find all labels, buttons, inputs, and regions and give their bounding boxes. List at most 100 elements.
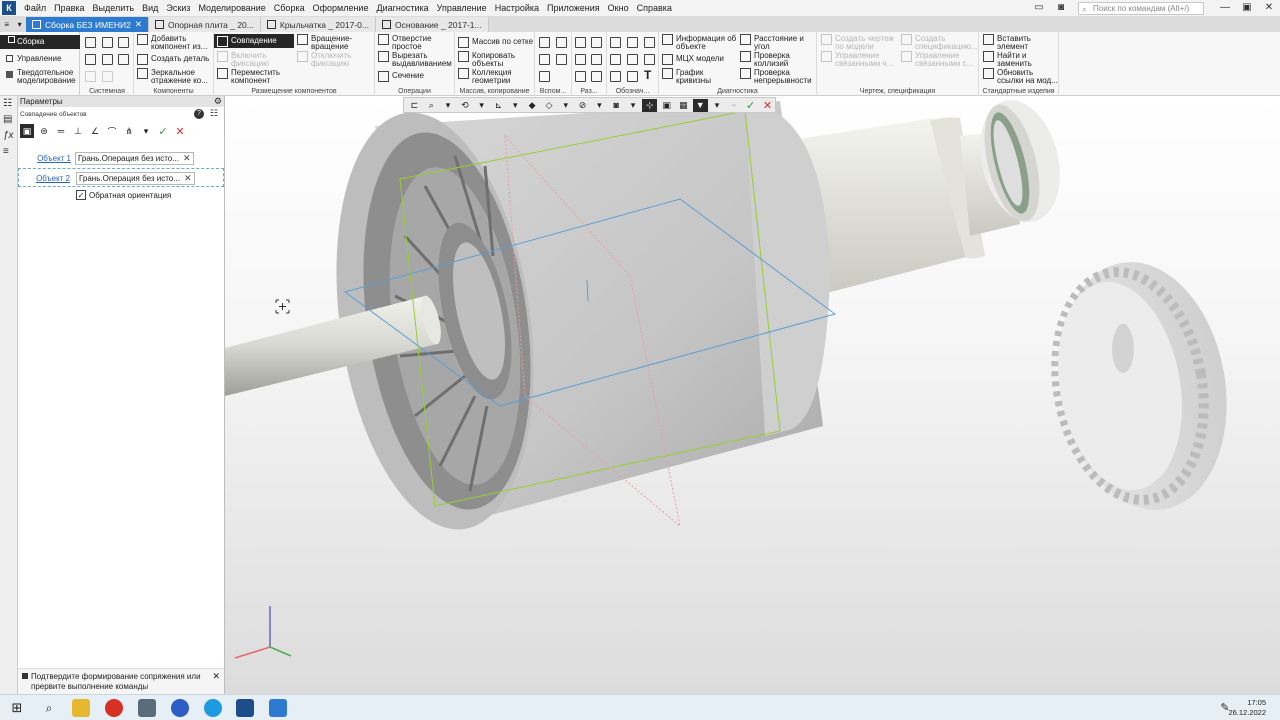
clear-object-1-icon[interactable]: ✕ (183, 153, 191, 164)
axes-icon[interactable]: ⊾ (491, 99, 506, 112)
aux-point-icon[interactable] (539, 54, 550, 65)
edge-icon[interactable] (204, 699, 222, 717)
layout-2-icon[interactable] (591, 37, 602, 48)
chevron-down-icon[interactable]: ▾ (139, 124, 153, 138)
mirror-component-button[interactable]: Зеркальное отражение ко... (137, 68, 213, 85)
camera-icon[interactable]: ◙ (1050, 0, 1072, 16)
clear-object-2-icon[interactable]: ✕ (184, 173, 192, 184)
cancel-icon[interactable]: ✕ (760, 99, 775, 112)
shaded-cube-icon[interactable]: ◆ (525, 99, 540, 112)
close-icon[interactable]: ✕ (212, 671, 220, 681)
menu-format[interactable]: Оформление (309, 0, 373, 16)
section-view-icon[interactable]: ◙ (609, 99, 624, 112)
add-component-button[interactable]: Добавить компонент из... (137, 34, 213, 51)
variables-icon[interactable]: ƒx (3, 130, 14, 141)
calculator-icon[interactable] (138, 699, 156, 717)
menu-settings[interactable]: Настройка (491, 0, 543, 16)
tree-view-icon[interactable]: ☷ (210, 108, 218, 119)
system-clock[interactable]: 17:05 26.12.2022 (1228, 698, 1266, 718)
aux-axis-icon[interactable] (539, 37, 550, 48)
dimension-2-icon[interactable] (591, 54, 602, 65)
distance-angle-button[interactable]: Расстояние и угол (740, 34, 816, 51)
continuity-check-button[interactable]: Проверка непрерывности (740, 68, 816, 85)
menu-edit[interactable]: Правка (50, 0, 88, 16)
help-icon[interactable]: ? (194, 109, 204, 119)
wire-cube-icon[interactable]: ◇ (542, 99, 557, 112)
manage-linked-specs-button[interactable]: Управление связанными с... (901, 51, 977, 68)
layers-icon[interactable]: ≡ (3, 146, 9, 157)
panel-toggle-icon[interactable]: ▭ (1028, 0, 1050, 16)
kompas-app-icon[interactable] (236, 699, 254, 717)
enable-fix-button[interactable]: Включить фиксацию (217, 51, 293, 68)
perpendicular-mode-icon[interactable]: ⊥ (71, 124, 85, 138)
angle-dim-icon[interactable] (575, 71, 586, 82)
dropdown-icon[interactable]: ▾ (558, 99, 573, 112)
dropdown-icon[interactable]: ▾ (474, 99, 489, 112)
parameters-icon[interactable]: ▤ (3, 114, 12, 125)
menu-view[interactable]: Вид (138, 0, 162, 16)
hide-icon[interactable]: ⊘ (575, 99, 590, 112)
search-icon[interactable]: ⌕ (40, 699, 58, 717)
menu-management[interactable]: Управление (433, 0, 491, 16)
roughness-icon[interactable] (627, 37, 638, 48)
more-modes-icon[interactable]: ⋔ (122, 124, 136, 138)
parallel-mode-icon[interactable]: ⊜ (37, 124, 51, 138)
gear-icon[interactable]: ⚙ (214, 96, 222, 107)
menu-window[interactable]: Окно (604, 0, 633, 16)
object-1-field[interactable]: Грань.Операция без исто... (75, 152, 194, 165)
zoom-icon[interactable]: ⌕ (424, 99, 439, 112)
file-explorer-icon[interactable] (72, 699, 90, 717)
menu-file[interactable]: Файл (20, 0, 50, 16)
menu-diagnostics[interactable]: Диагностика (372, 0, 432, 16)
dropdown-icon[interactable]: ▾ (508, 99, 523, 112)
create-part-button[interactable]: Создать деталь (137, 54, 209, 65)
aux-plane-icon[interactable] (556, 37, 567, 48)
menu-sketch[interactable]: Эскиз (162, 0, 194, 16)
grid-array-button[interactable]: Массив по сетке (458, 37, 533, 48)
object-1-link[interactable]: Объект 1 (37, 154, 71, 163)
filter-select-icon[interactable]: ▣ (659, 99, 674, 112)
create-drawing-button[interactable]: Создать чертеж по модели (821, 34, 897, 51)
insert-element-button[interactable]: Вставить элемент (983, 34, 1059, 51)
tolerance-icon[interactable] (610, 54, 621, 65)
create-spec-button[interactable]: Создать спецификацию... (901, 34, 978, 51)
object-2-field[interactable]: Грань.Операция без исто... (76, 172, 195, 185)
menu-assembly[interactable]: Сборка (270, 0, 309, 16)
manage-linked-drawings-button[interactable]: Управление связанными ч... (821, 51, 897, 68)
dimension-icon[interactable] (575, 54, 586, 65)
cancel-icon[interactable]: ✕ (173, 124, 187, 138)
apply-icon[interactable]: ✓ (743, 99, 758, 112)
orient-icon[interactable]: ⟲ (457, 99, 472, 112)
menu-apps[interactable]: Приложения (543, 0, 604, 16)
mcx-model-button[interactable]: МЦХ модели (662, 54, 724, 65)
tab-impeller[interactable]: Крыльчатка _ 2017-0... (260, 17, 376, 32)
mark-icon[interactable] (610, 71, 621, 82)
aux-line-icon[interactable] (539, 71, 550, 82)
tab-base-plate[interactable]: Опорная плита _ 20... (148, 17, 261, 32)
filter-icon[interactable]: ▼ (692, 98, 708, 112)
weld-icon[interactable] (627, 71, 638, 82)
text-icon[interactable]: T (644, 68, 651, 82)
aux-cs-icon[interactable] (556, 54, 567, 65)
menu-help[interactable]: Справка (633, 0, 676, 16)
snap-icon[interactable]: ▦ (676, 99, 691, 112)
section-button[interactable]: Сечение (378, 71, 424, 82)
update-links-button[interactable]: Обновить ссылки на мод... (983, 68, 1059, 85)
close-button[interactable]: ✕ (1258, 0, 1280, 16)
dropdown-icon[interactable]: ▾ (626, 99, 641, 112)
minimize-button[interactable]: — (1214, 0, 1236, 16)
windows-start-icon[interactable]: ⊞ (8, 699, 26, 717)
command-search-input[interactable]: ⌕ Поиск по командам (Alt+/) (1078, 1, 1204, 15)
base-icon[interactable] (644, 37, 655, 48)
undo-icon[interactable] (85, 71, 96, 82)
table-icon[interactable] (644, 54, 655, 65)
zoom-app-icon[interactable] (171, 699, 189, 717)
coincidence-button[interactable]: Совпадение (217, 36, 277, 47)
cut-extrude-button[interactable]: Вырезать выдавливанием (378, 51, 454, 68)
find-replace-button[interactable]: Найти и заменить (983, 51, 1059, 68)
curvature-graph-button[interactable]: График кривизны (662, 68, 738, 85)
apply-icon[interactable]: ✓ (156, 124, 170, 138)
rotation-rotation-button[interactable]: Вращение-вращение (297, 34, 373, 51)
save-icon[interactable] (118, 37, 129, 48)
menu-modeling[interactable]: Моделирование (194, 0, 269, 16)
